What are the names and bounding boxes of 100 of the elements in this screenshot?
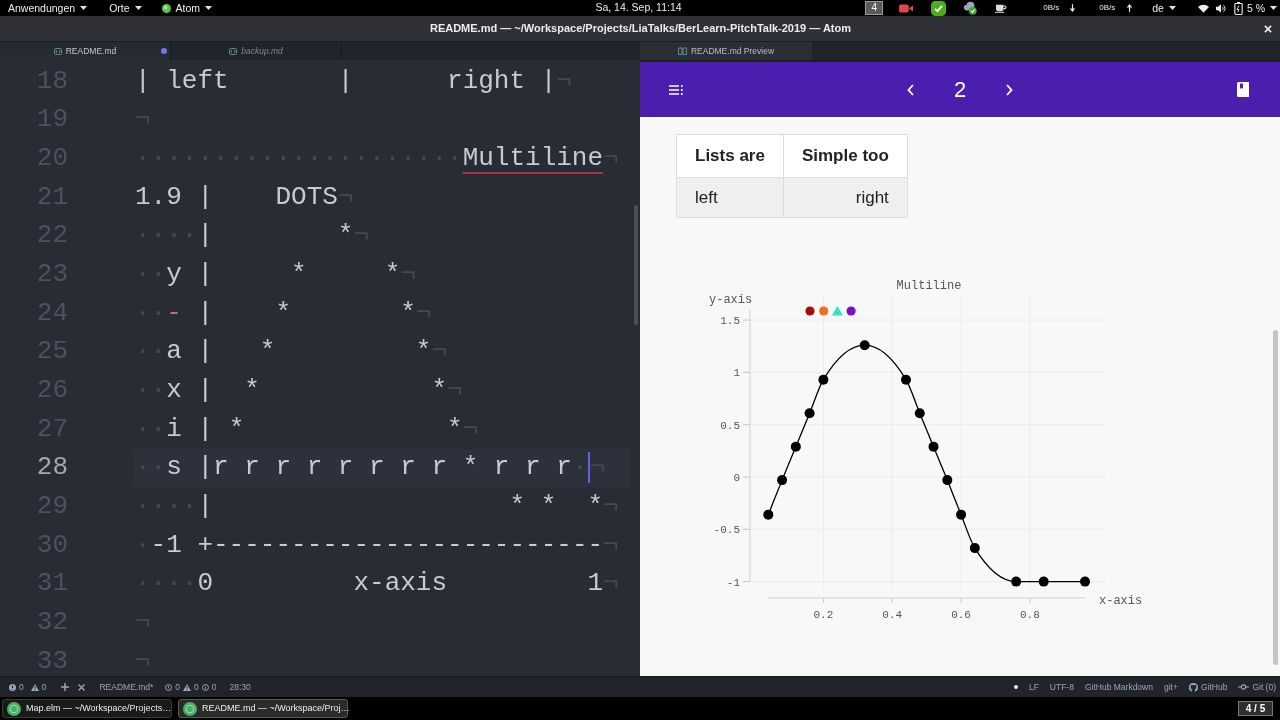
data-point [1080,576,1090,587]
code-line: 1.9 | DOTS [135,180,338,214]
add-icon[interactable] [61,683,70,691]
workspace-indicator[interactable]: 4 / 5 [1238,701,1273,716]
task-button[interactable]: Map.elm — ~/Workspace/Projects… [2,699,172,718]
workspace-indicator[interactable]: 4 [865,1,884,15]
line-end-mark: ¬ [135,103,151,137]
line-end-mark: ¬ [556,64,572,98]
book-icon [677,47,687,55]
data-point [942,475,953,486]
file-icon [53,47,62,55]
warning-icon [30,683,39,691]
tick-label: 0 [733,472,740,484]
table-cell: right [783,177,908,218]
status-item[interactable]: 28:30 [229,680,251,694]
code-line: ·····················Multiline [135,142,604,176]
status-item[interactable]: README.md* [99,680,154,694]
dot-icon [1013,685,1018,689]
tick-label: -1 [726,576,740,589]
menu-icon[interactable] [669,84,683,95]
system-menu-button[interactable]: 5 % [1246,1,1277,15]
line-end-mark: ¬ [415,296,432,330]
tick-label: 0.2 [813,609,834,621]
app-icon [183,701,197,716]
keyboard-layout-menu[interactable]: de [1152,1,1176,15]
menu-button[interactable]: Anwendungen [8,1,88,15]
line-end-mark: ¬ [589,451,606,485]
menu-button[interactable]: Atom [161,1,213,15]
cloud-icon[interactable] [962,1,979,15]
chart-title: Multiline [896,279,962,293]
code-line: ····| * * * [135,490,604,524]
issue-count: 0 [41,680,47,694]
data-point [777,475,788,486]
data-point [763,509,774,520]
github-icon [1188,682,1198,692]
chevron-left-icon[interactable] [906,83,914,96]
data-point [859,340,870,351]
table-header: Simple too [783,134,908,178]
code-line: ·-1 +------------------------- [135,528,604,562]
data-point [969,543,980,554]
issue-count: 0 [211,680,217,694]
data-point [1011,576,1022,587]
status-item[interactable]: UTF-8 [1049,680,1074,694]
line-end-mark: ¬ [603,142,619,176]
network-rate: 0B/s [1099,2,1116,14]
preview-tab[interactable]: README.md Preview [640,42,812,60]
volume-icon[interactable] [1215,3,1226,13]
app-icon [7,701,21,716]
up-arrow-icon [1127,4,1133,12]
cup-icon[interactable] [995,3,1008,13]
data-point [818,374,829,385]
data-point [928,441,939,452]
data-point [901,374,911,385]
file-icon [229,47,238,55]
line-end-mark: ¬ [135,606,151,639]
line-end-mark: ¬ [337,180,354,214]
tick-label: 0.6 [951,609,971,621]
data-point [914,408,925,419]
code-line: ··i | * * [135,412,463,446]
status-item[interactable]: git+ [1163,680,1178,694]
editor-tab[interactable]: README.md [0,42,171,60]
issue-count: 0 [19,680,24,694]
camera-icon[interactable] [899,3,914,13]
code-line: ····0 x-axis 1 [135,567,604,601]
caret-icon [1270,6,1277,10]
tick-label: 0.5 [720,419,740,432]
caret-icon [1168,6,1176,10]
issue-count: 0 [175,680,181,694]
status-item[interactable]: LF [1028,680,1039,694]
window-title: README.md — ~/Workspace/Projects/LiaTalks/BerLearn-PitchTalk-2019 — Atom [428,21,853,37]
line-end-mark: ¬ [603,528,619,562]
status-item[interactable]: GitHub Markdown [1084,680,1153,694]
axis-label: x-axis [1099,594,1143,608]
check-icon[interactable] [931,0,947,16]
line-end-mark: ¬ [603,490,619,524]
tick-label: 1.5 [720,315,740,328]
wifi-icon[interactable] [1197,3,1209,13]
line-end-mark: ¬ [603,567,619,601]
scrollbar-thumb[interactable] [634,205,638,325]
tick-label: -0.5 [713,524,740,537]
book-icon[interactable] [1237,82,1249,97]
code-line: ··- | * * [135,296,416,330]
chevron-right-icon[interactable] [1006,83,1014,96]
data-point [956,509,967,520]
app-dot-icon [161,3,171,13]
line-number: 28 [35,451,68,485]
close-icon[interactable] [78,683,86,691]
clock-text[interactable]: Sa, 14. Sep, 11:14 [595,1,682,14]
task-button[interactable]: README.md — ~/Workspace/Proj… [178,699,348,718]
line-end-mark: ¬ [462,412,479,446]
code-line: ··a | * * [135,335,432,369]
line-end-mark: ¬ [353,219,370,253]
battery-icon[interactable] [1233,1,1243,15]
slide-number: 2 [953,78,967,101]
caret-icon [205,6,213,10]
scrollbar-thumb[interactable] [1273,330,1278,665]
status-item[interactable]: GitHub [1200,680,1228,694]
status-item[interactable]: Git (0) [1252,680,1276,694]
table-header: Lists are [676,134,784,178]
menu-button[interactable]: Orte [109,1,142,15]
